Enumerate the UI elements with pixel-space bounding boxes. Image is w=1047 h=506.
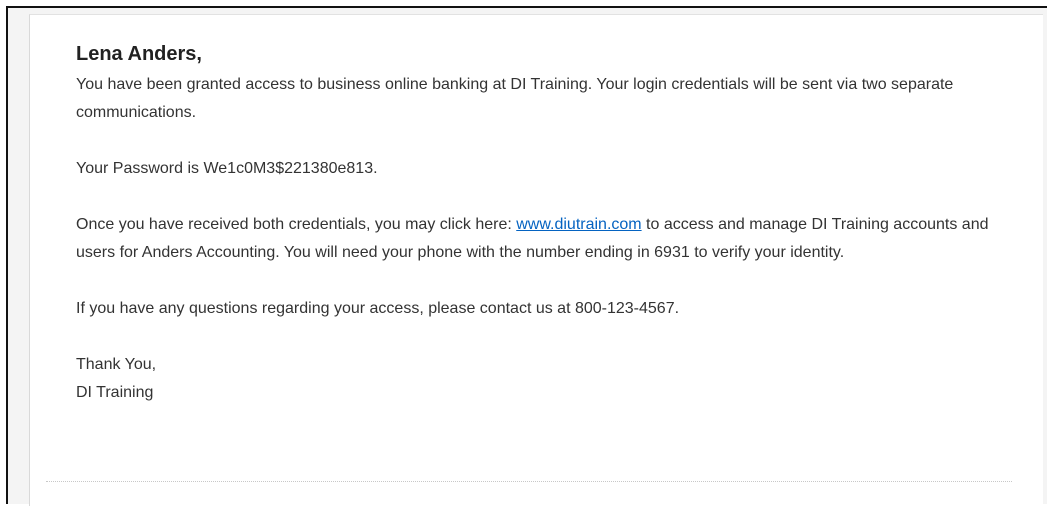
signature-text: DI Training [76, 384, 154, 401]
access-text-before: Once you have received both credentials,… [76, 216, 517, 233]
access-paragraph: Once you have received both credentials,… [76, 211, 1006, 267]
email-body: Lena Anders, You have been granted acces… [29, 14, 1043, 506]
intro-paragraph: You have been granted access to business… [76, 76, 954, 121]
signature-divider [46, 481, 1012, 482]
password-paragraph: Your Password is We1c0M3$221380e813. [76, 160, 378, 177]
closing-text: Thank You, [76, 356, 157, 373]
email-greeting: Lena Anders, [76, 43, 202, 65]
questions-paragraph: If you have any questions regarding your… [76, 300, 680, 317]
window-frame: Lena Anders, You have been granted acces… [6, 6, 1047, 506]
email-content: Lena Anders, You have been granted acces… [76, 41, 1006, 407]
website-link[interactable]: www.diutrain.com [516, 216, 641, 233]
